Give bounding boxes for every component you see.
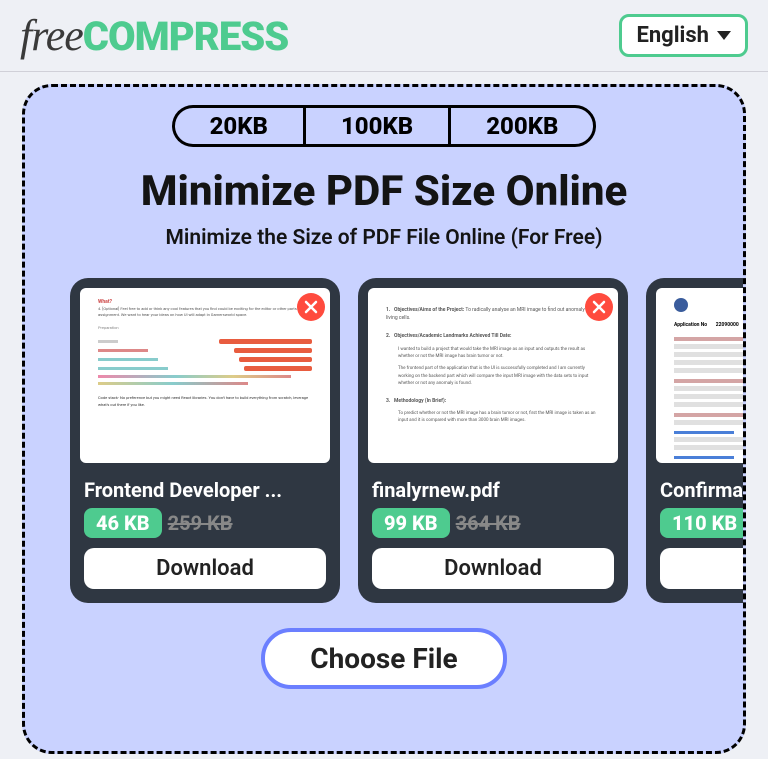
download-button[interactable]: Dov [660,548,743,589]
file-card: 1. Objectives/Aims of the Project: To ra… [358,278,628,603]
header: freeCOMPRESS English [0,0,768,72]
logo[interactable]: freeCOMPRESS [20,10,288,61]
size-pill-20kb[interactable]: 20KB [172,105,303,147]
size-row: 110 KB [660,508,743,538]
logo-compress-text: COMPRESS [83,13,289,60]
card-info: finalyrnew.pdf 99 KB 364 KB Download [358,473,628,603]
old-size: 259 KB [168,511,233,535]
new-size-badge: 99 KB [372,508,450,538]
new-size-badge: 110 KB [660,508,743,538]
page-title: Minimize PDF Size Online [25,167,743,216]
close-button[interactable] [585,293,613,321]
file-card: What? 4. [Optional] Feel free to add or … [70,278,340,603]
file-preview: 1. Objectives/Aims of the Project: To ra… [368,288,618,463]
download-button[interactable]: Download [84,548,326,589]
card-info: Confirma 110 KB Dov [646,473,743,603]
size-pill-100kb[interactable]: 100KB [303,105,448,147]
size-row: 46 KB 259 KB [84,508,326,538]
file-name: finalyrnew.pdf [372,478,614,502]
caret-down-icon [717,31,731,40]
file-name: Frontend Developer ... [84,478,326,502]
preview-content: 1. Objectives/Aims of the Project: To ra… [386,306,600,424]
main-panel: 20KB 100KB 200KB Minimize PDF Size Onlin… [22,84,746,754]
preview-content: What? 4. [Optional] Feel free to add or … [98,298,312,408]
file-name: Confirma [660,478,743,502]
file-card: Release 8 Application No 22090000 [646,278,743,603]
language-select[interactable]: English [619,14,748,57]
logo-free-text: free [20,11,83,60]
page-subtitle: Minimize the Size of PDF File Online (Fo… [25,226,743,250]
close-icon [592,300,606,314]
size-row: 99 KB 364 KB [372,508,614,538]
card-info: Frontend Developer ... 46 KB 259 KB Down… [70,473,340,603]
choose-file-button[interactable]: Choose File [261,628,506,689]
file-cards-container: What? 4. [Optional] Feel free to add or … [25,278,743,603]
file-preview: Release 8 Application No 22090000 [656,288,743,463]
language-label: English [636,23,709,48]
old-size: 364 KB [456,511,521,535]
preview-content: Release 8 Application No 22090000 [674,298,743,459]
download-button[interactable]: Download [372,548,614,589]
close-button[interactable] [297,293,325,321]
size-pill-200kb[interactable]: 200KB [448,105,596,147]
choose-file-wrap: Choose File [25,628,743,689]
new-size-badge: 46 KB [84,508,162,538]
close-icon [304,300,318,314]
file-preview: What? 4. [Optional] Feel free to add or … [80,288,330,463]
size-pills: 20KB 100KB 200KB [25,105,743,147]
